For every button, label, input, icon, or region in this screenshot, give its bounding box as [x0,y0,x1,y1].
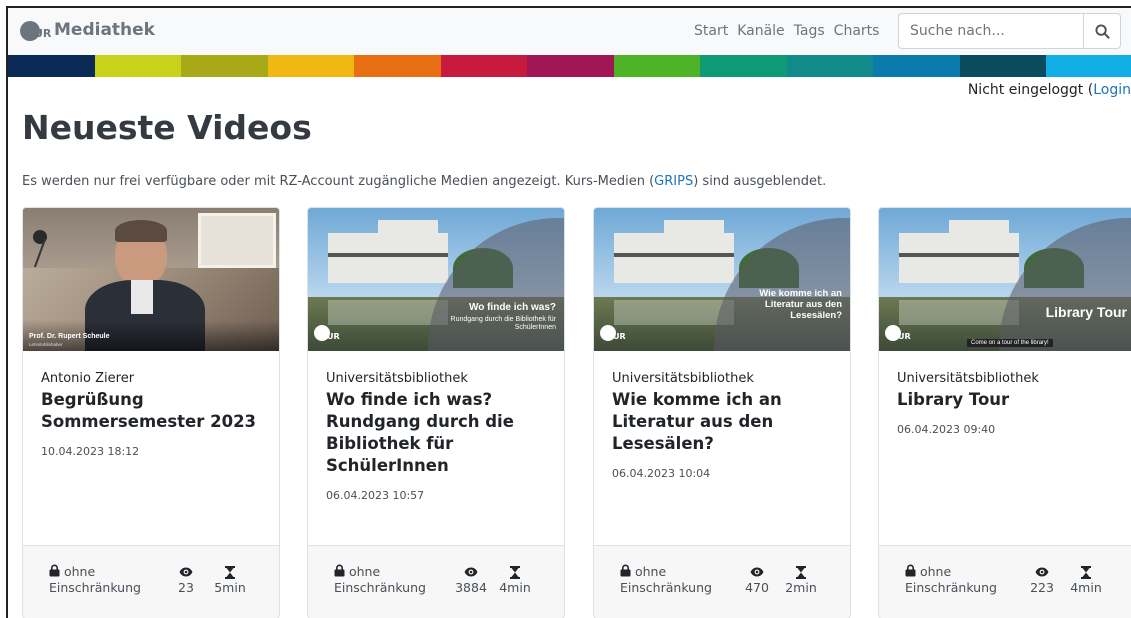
video-thumbnail[interactable]: Wie komme ich an Literatur aus den Leses… [594,208,850,351]
view-count: 3884 [451,564,491,596]
lock-icon [334,564,345,577]
hourglass-icon [796,565,806,579]
thumbnail-caption: Wo finde ich was? [468,302,556,313]
thumbnail-subcaption: Come on a tour of the library! [967,339,1053,347]
color-stripe-segment [1046,55,1131,77]
video-author[interactable]: Universitätsbibliothek [897,371,1117,386]
duration: 2min [780,564,822,596]
thumbnail-caption: Library Tour [1045,304,1127,320]
thumbnail-subcaption: Rundgang durch die Bibliothek für Schüle… [450,316,556,331]
ur-logo-icon: UR [20,19,51,41]
color-stripe-segment [700,55,787,77]
browser-viewport: UR Mediathek Start Kanäle Tags Charts Ni… [6,6,1131,618]
login-status: Nicht eingeloggt (Login [967,82,1131,98]
eye-icon [750,567,764,577]
access-info: ohne Einschränkung [334,564,426,595]
video-thumbnail[interactable]: Wo finde ich was? Rundgang durch die Bib… [308,208,564,351]
color-stripe-segment [786,55,874,77]
view-count: 23 [166,564,206,596]
nav-start[interactable]: Start [694,23,728,39]
access-info: ohne Einschränkung [620,564,712,595]
color-stripe-segment [613,55,701,77]
login-link[interactable]: Login [1093,82,1131,98]
search-icon [1094,23,1110,39]
access-info: ohne Einschränkung [905,564,997,595]
hourglass-icon [510,565,520,579]
video-date: 06.04.2023 10:57 [326,489,425,502]
grips-link[interactable]: GRIPS [654,174,693,189]
video-date: 06.04.2023 09:40 [897,423,996,436]
video-author[interactable]: Universitätsbibliothek [612,371,832,386]
brand-name: Mediathek [54,20,155,40]
video-title[interactable]: Library Tour [897,389,1117,411]
video-meta: ohne Einschränkung 470 2min [594,545,850,618]
navbar: UR Mediathek Start Kanäle Tags Charts [8,8,1131,55]
color-stripe-segment [267,55,355,77]
video-title[interactable]: Begrüßung Sommersemester 2023 [41,389,261,433]
color-stripe-segment [873,55,960,77]
main-nav: Start Kanäle Tags Charts [694,23,879,39]
video-meta: ohne Einschränkung 223 4min [879,545,1131,618]
video-card[interactable]: Wo finde ich was? Rundgang durch die Bib… [307,207,565,618]
color-stripe-segment [94,55,182,77]
search-input[interactable] [898,13,1083,49]
video-date: 06.04.2023 10:04 [612,467,711,480]
thumbnail-caption: Prof. Dr. Rupert Scheule [29,333,110,340]
video-card[interactable]: Wie komme ich an Literatur aus den Leses… [593,207,851,618]
eye-icon [179,567,193,577]
lock-icon [620,564,631,577]
hourglass-icon [225,565,235,579]
brand[interactable]: UR Mediathek [20,19,155,41]
notice-text: Es werden nur frei verfügbare oder mit R… [22,174,827,189]
duration: 4min [494,564,536,596]
color-stripe [8,55,1131,77]
color-stripe-segment [354,55,441,77]
color-stripe-segment [527,55,614,77]
access-info: ohne Einschränkung [49,564,141,595]
color-stripe-segment [181,55,268,77]
video-meta: ohne Einschränkung 23 5min [23,545,279,618]
view-count: 223 [1022,564,1062,596]
thumbnail-subcaption: Lehrstuhlinhaber [29,342,63,347]
video-meta: ohne Einschränkung 3884 4min [308,545,564,618]
video-title[interactable]: Wo finde ich was? Rundgang durch die Bib… [326,389,546,477]
eye-icon [1035,567,1049,577]
nav-charts[interactable]: Charts [834,23,880,39]
video-author[interactable]: Antonio Zierer [41,371,261,386]
search-button[interactable] [1083,13,1121,49]
lock-icon [49,564,60,577]
nav-tags[interactable]: Tags [794,23,825,39]
duration: 4min [1065,564,1107,596]
hourglass-icon [1081,565,1091,579]
page-title: Neueste Videos [22,108,312,147]
eye-icon [464,567,478,577]
video-card[interactable]: Library Tour UR Come on a tour of the li… [878,207,1131,618]
video-title[interactable]: Wie komme ich an Literatur aus den Leses… [612,389,832,455]
video-card[interactable]: Prof. Dr. Rupert Scheule Lehrstuhlinhabe… [22,207,280,618]
color-stripe-segment [440,55,528,77]
view-count: 470 [737,564,777,596]
nav-kanaele[interactable]: Kanäle [737,23,784,39]
color-stripe-segment [959,55,1047,77]
video-author[interactable]: Universitätsbibliothek [326,371,546,386]
lock-icon [905,564,916,577]
color-stripe-segment [8,55,95,77]
video-thumbnail[interactable]: Prof. Dr. Rupert Scheule Lehrstuhlinhabe… [23,208,279,351]
search-form [898,13,1126,49]
thumbnail-caption: Wie komme ich an Literatur aus den Leses… [759,288,842,321]
video-date: 10.04.2023 18:12 [41,445,140,458]
duration: 5min [209,564,251,596]
video-thumbnail[interactable]: Library Tour UR Come on a tour of the li… [879,208,1131,351]
